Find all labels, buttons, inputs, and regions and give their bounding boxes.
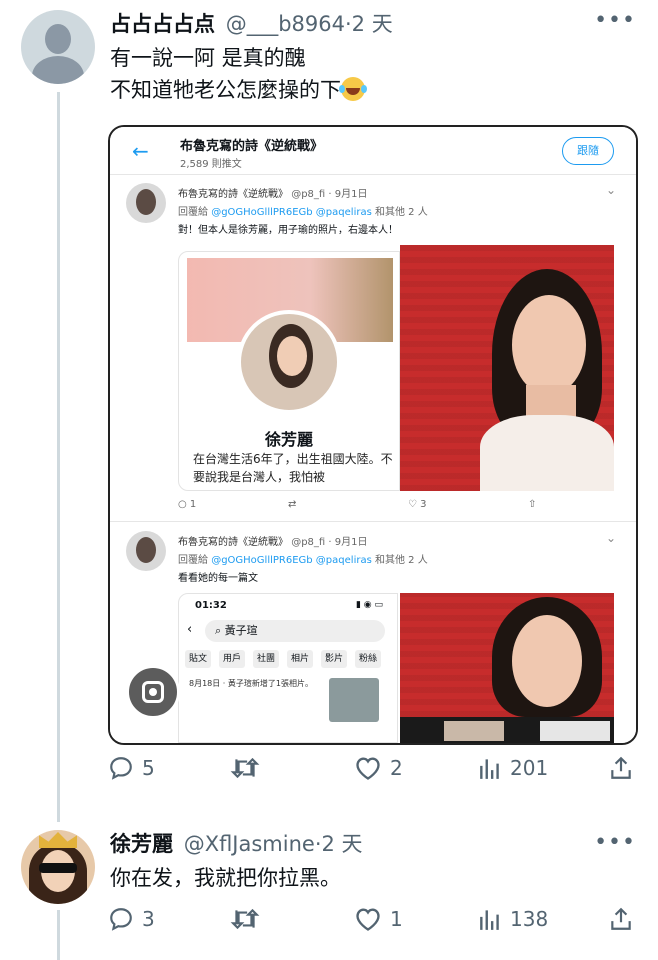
embedded-profile-card: 徐芳麗 在台灣生活6年了，出生祖國大陸。不要說我是台灣人，我怕被 [178, 251, 400, 491]
embedded-reply-icon: ○ 1 [178, 499, 197, 510]
tweet-actions: 3 1 138 [108, 906, 638, 946]
avatar[interactable] [21, 10, 95, 84]
share-icon [611, 756, 631, 779]
embedded-avatar-2 [126, 531, 166, 571]
tweet-text: 你在发，我就把你拉黑。 [110, 866, 341, 890]
phone-post-line: 8月18日 · 黃子瑄新增了1張相片。 [189, 679, 313, 688]
embedded-actions-row: ○ 1 ⇄ ♡ 3 ⇧ [178, 499, 618, 513]
card-name: 徐芳麗 [264, 430, 313, 449]
embedded-avatar [126, 183, 166, 223]
more-options-icon[interactable]: ••• [594, 830, 636, 855]
share-button[interactable] [608, 906, 642, 932]
reply-icon [110, 757, 132, 780]
views-count: 201 [510, 756, 549, 780]
embedded-photo-woman-2 [400, 593, 614, 717]
embedded-reply-to: 回覆給 @gOGHoGlllPR6EGb @paqeliras 和其他 2 人 [178, 207, 428, 218]
share-button[interactable] [608, 755, 642, 781]
embedded-divider [110, 521, 636, 522]
embedded-post-text: 對！但本人是徐芳麗，用子瑜的照片，右邊本人！ [178, 225, 398, 236]
like-button[interactable]: 2 [354, 755, 403, 781]
embedded-post-header: 布魯克寫的詩《逆統戰》 @p8_fi · 9月1日 [178, 189, 368, 200]
crown-icon [39, 832, 77, 848]
embedded-reply-to-2: 回覆給 @gOGHoGlllPR6EGb @paqeliras 和其他 2 人 [178, 555, 428, 566]
embedded-account-title: 布魯克寫的詩《逆統戰》 [180, 139, 324, 154]
chevron-down-icon: ⌄ [605, 183, 616, 197]
embedded-phone-screenshot: 01:32 ▮ ◉ ▭ ‹ ⌕ 黃子瑄 貼文 用戶 社團 相片 影片 粉絲 8月… [178, 593, 398, 743]
embedded-screenshot: ← 布魯克寫的詩《逆統戰》 2,589 則推文 跟隨 布魯克寫的詩《逆統戰》 @… [110, 127, 636, 743]
phone-time: 01:32 [195, 600, 227, 611]
tweet-text: 有一說一阿 是真的醜 不知道牠老公怎麼操的下 [110, 42, 365, 106]
tweet-reply-1[interactable]: 占占占占点 @___b8964·2 天 ••• 有一說一阿 是真的醜 不知道牠老… [0, 0, 658, 820]
phone-post-thumbnail [329, 678, 379, 722]
embedded-retweet-icon: ⇄ [288, 499, 297, 510]
phone-status-icons: ▮ ◉ ▭ [355, 600, 383, 610]
more-options-icon[interactable]: ••• [594, 8, 636, 33]
views-button[interactable]: 138 [478, 906, 548, 932]
default-avatar-head [45, 24, 71, 54]
retweet-icon [230, 757, 260, 779]
embedded-like-icon: ♡ 3 [408, 499, 427, 510]
retweet-button[interactable] [230, 906, 268, 932]
reply-icon [110, 908, 132, 931]
tweet-actions: 5 2 201 [108, 755, 638, 795]
timestamp[interactable]: 2 天 [322, 832, 363, 856]
avatar[interactable] [21, 830, 95, 904]
sunglasses-detail [39, 863, 77, 873]
views-button[interactable]: 201 [478, 755, 548, 781]
tweet-text-line-2: 不知道牠老公怎麼操的下 [110, 74, 365, 106]
separator-dot: · [314, 832, 322, 856]
phone-back-icon: ‹ [187, 622, 193, 637]
embedded-photo-strip [400, 717, 614, 743]
embedded-post-text-2: 看看她的每一篇文 [178, 573, 258, 584]
embedded-post-count: 2,589 則推文 [180, 159, 242, 170]
phone-search-field: ⌕ 黃子瑄 [205, 620, 385, 642]
like-count: 1 [390, 907, 403, 931]
display-name[interactable]: 占占占占点 [110, 12, 215, 36]
tweet-header: 占占占占点 @___b8964·2 天 [110, 8, 393, 38]
reply-count: 3 [142, 907, 155, 931]
tweet-media-image[interactable]: ← 布魯克寫的詩《逆統戰》 2,589 則推文 跟隨 布魯克寫的詩《逆統戰》 @… [108, 125, 638, 745]
embedded-photo-woman [400, 245, 614, 491]
reply-button[interactable]: 3 [108, 906, 155, 932]
user-handle[interactable]: @XflJasmine [184, 832, 315, 856]
embedded-post-header-2: 布魯克寫的詩《逆統戰》 @p8_fi · 9月1日 [178, 537, 368, 548]
share-icon [611, 907, 631, 930]
back-arrow-icon: ← [132, 139, 149, 163]
like-count: 2 [390, 756, 403, 780]
tears-of-joy-emoji-icon [339, 77, 365, 101]
views-count: 138 [510, 907, 549, 931]
heart-icon [356, 757, 380, 780]
retweet-icon [230, 908, 260, 930]
embedded-share-icon: ⇧ [528, 499, 537, 510]
card-avatar-image [237, 310, 341, 414]
embedded-profile-header: ← 布魯克寫的詩《逆統戰》 2,589 則推文 跟隨 [110, 127, 636, 175]
timestamp[interactable]: 2 天 [352, 12, 393, 36]
heart-icon [356, 908, 380, 931]
card-bio: 在台灣生活6年了，出生祖國大陸。不要說我是台灣人，我怕被 [193, 452, 393, 484]
reply-count: 5 [142, 756, 155, 780]
views-icon [480, 910, 499, 930]
display-name[interactable]: 徐芳麗 [110, 832, 173, 856]
views-icon [480, 759, 499, 779]
tweet-header: 徐芳麗 @XflJasmine·2 天 [110, 828, 363, 858]
separator-dot: · [344, 12, 352, 36]
default-avatar-body [32, 56, 84, 84]
visual-search-lens-icon [126, 665, 180, 719]
retweet-button[interactable] [230, 755, 268, 781]
user-handle[interactable]: @___b8964 [226, 12, 345, 36]
reply-button[interactable]: 5 [108, 755, 155, 781]
embedded-follow-button: 跟隨 [562, 137, 614, 165]
chevron-down-icon-2: ⌄ [605, 531, 616, 545]
thread-connector-line-lower [57, 910, 60, 960]
like-button[interactable]: 1 [354, 906, 403, 932]
tweet-text-line-1: 有一說一阿 是真的醜 [110, 46, 306, 70]
